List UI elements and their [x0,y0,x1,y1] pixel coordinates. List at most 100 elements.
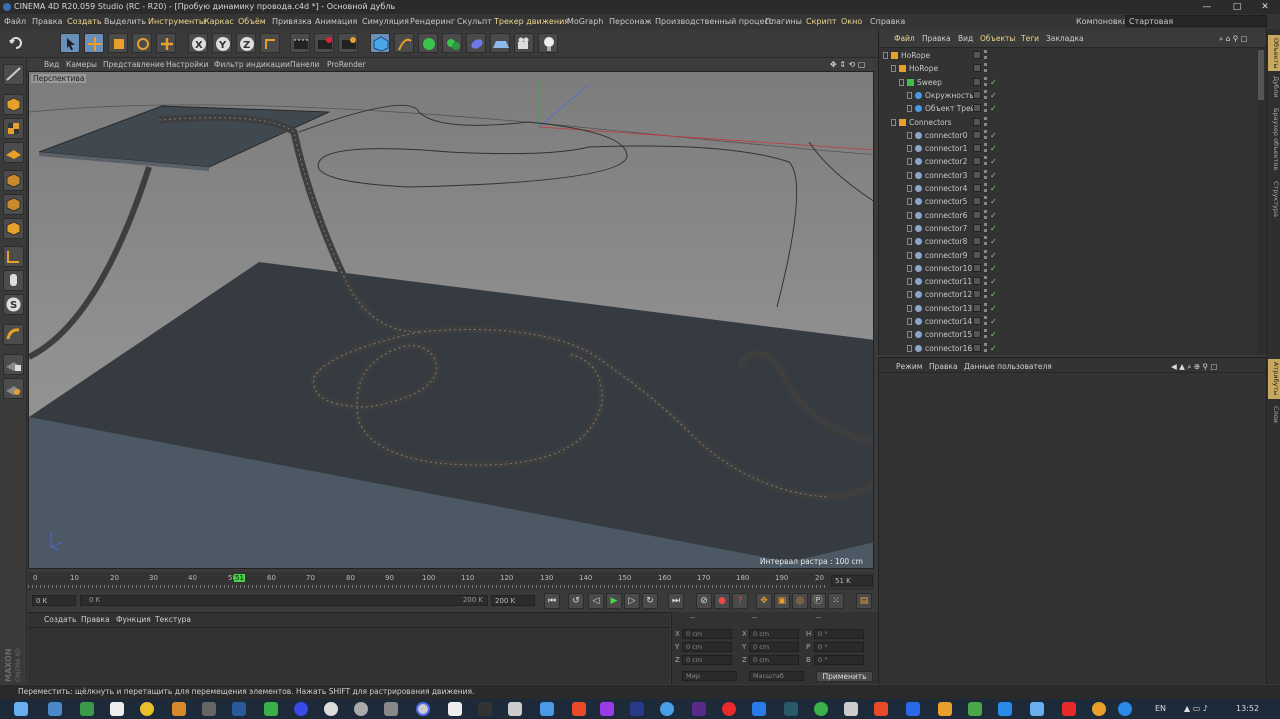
visibility-dots-icon[interactable] [984,63,987,74]
layer-icon[interactable] [973,157,981,166]
record-position-button[interactable]: ✥ [756,593,772,609]
lock-workplane-button[interactable] [3,354,24,375]
object-name[interactable]: connector11 [925,275,972,288]
autokey-button[interactable]: ● [714,593,730,609]
current-frame-field[interactable]: 51 K [831,575,873,586]
layer-icon[interactable] [973,303,981,312]
coord-mode-select[interactable]: Мир [682,671,737,681]
tab-takes[interactable]: Дубли [1268,75,1280,99]
sculpt-mode-button[interactable] [3,324,24,345]
taskbar-app-icon[interactable] [968,702,982,716]
enabled-check-icon[interactable]: ✓ [990,182,997,195]
layer-icon[interactable] [973,77,981,86]
coordinate-system-button[interactable] [260,33,280,53]
attr-menu-user-data[interactable]: Данные пользователя [964,362,1052,371]
tree-expand-icon[interactable] [907,264,912,272]
position-x-field[interactable]: 0 cm [682,629,732,639]
obj-menu-file[interactable]: Файл [894,34,915,43]
transform-button[interactable] [156,33,176,53]
tab-attributes[interactable]: Атрибуты [1268,359,1280,399]
visibility-dots-icon[interactable] [984,183,987,193]
object-name[interactable]: connector9 [925,249,967,262]
deformer-button[interactable] [466,33,486,53]
visibility-dots-icon[interactable] [984,262,987,273]
object-name[interactable]: connector16 [925,342,972,355]
visibility-dots-icon[interactable] [984,169,987,180]
layer-icon[interactable] [973,277,981,286]
position-y-field[interactable]: 0 cm [682,642,732,652]
menu-window[interactable]: Окно [841,14,862,29]
layer-icon[interactable] [973,64,981,73]
obj-menu-tags[interactable]: Теги [1021,34,1039,43]
rotation-h-field[interactable]: 0 ° [814,629,864,639]
object-row[interactable]: connector8 ✓ [879,235,1257,248]
object-row[interactable]: connector6 ✓ [879,209,1257,222]
object-row[interactable]: connector0 ✓ [879,129,1257,142]
enabled-check-icon[interactable]: ✓ [990,102,997,115]
visibility-dots-icon[interactable] [984,249,987,260]
clock[interactable]: 13:52 [1236,704,1259,713]
z-axis-button[interactable]: Z [236,33,256,53]
taskbar-app-icon[interactable] [998,702,1012,716]
perspective-viewport[interactable]: Перспектива Интервал растра : 100 cm [28,71,874,569]
texture-mode-button[interactable] [3,118,24,139]
enabled-check-icon[interactable]: ✓ [990,288,997,301]
x-axis-button[interactable]: X [188,33,208,53]
layer-icon[interactable] [973,263,981,272]
subdivision-button[interactable] [418,33,438,53]
move-button[interactable] [84,33,104,53]
object-row[interactable]: connector7 ✓ [879,222,1257,235]
object-name[interactable]: connector6 [925,209,967,222]
menu-select[interactable]: Выделить [104,14,146,29]
object-name[interactable]: HoRope [909,62,938,75]
object-row[interactable]: HoRope [879,49,1257,62]
vp-menu-display[interactable]: Представление [103,58,165,71]
position-z-field[interactable]: 0 cm [682,655,732,665]
object-row[interactable]: connector5 ✓ [879,195,1257,208]
enabled-check-icon[interactable]: ✓ [990,315,997,328]
rotation-b-field[interactable]: 0 ° [814,655,864,665]
taskbar-app-icon[interactable] [232,702,246,716]
tree-expand-icon[interactable] [907,278,912,286]
taskbar-app-icon[interactable] [752,702,766,716]
object-row[interactable]: connector9 ✓ [879,249,1257,262]
tab-objects[interactable]: Объекты [1268,35,1280,71]
mat-menu-create[interactable]: Создать [44,615,76,624]
render-settings-button[interactable] [338,33,358,53]
menu-mograph[interactable]: MoGraph [567,14,603,29]
tab-content-browser[interactable]: Браузер объектов [1268,103,1280,175]
object-name[interactable]: connector0 [925,129,967,142]
taskbar-app-icon[interactable] [600,702,614,716]
tree-expand-icon[interactable] [907,105,912,113]
object-row[interactable]: Sweep ✓ [879,76,1257,89]
layer-icon[interactable] [973,250,981,259]
tree-expand-icon[interactable] [907,318,912,325]
object-name[interactable]: connector2 [925,155,967,168]
object-name[interactable]: HoRope [901,49,930,62]
vp-menu-filter[interactable]: Фильтр индикации [214,58,290,71]
object-name[interactable]: Объект Трей [925,102,976,115]
object-name[interactable]: Connectors [909,116,952,129]
menu-simulate[interactable]: Симуляция [362,14,409,29]
obj-menu-bookmarks[interactable]: Закладка [1046,34,1084,43]
object-row[interactable]: connector12 ✓ [879,288,1257,301]
tree-expand-icon[interactable] [891,118,896,126]
record-rotation-button[interactable]: ◎ [792,593,808,609]
premiere-icon[interactable] [692,702,706,716]
pen-spline-button[interactable] [394,33,414,53]
taskbar-app-icon[interactable] [572,702,586,716]
object-name[interactable]: connector14 [925,315,972,328]
enabled-check-icon[interactable]: ✓ [990,76,997,89]
telegram-icon[interactable] [1118,702,1132,716]
tab-structure[interactable]: Структура [1268,179,1280,219]
record-scale-button[interactable]: ▣ [774,593,790,609]
menu-snap[interactable]: Привязка [272,14,312,29]
undo-button[interactable] [6,33,26,53]
size-mode-select[interactable]: Масштаб [749,671,804,681]
layer-icon[interactable] [973,290,981,299]
visibility-dots-icon[interactable] [984,209,987,220]
minimize-button[interactable]: — [1192,0,1222,14]
taskbar-app-icon[interactable] [938,702,952,716]
cinema4d-taskbar-icon[interactable] [416,702,430,716]
vp-menu-cameras[interactable]: Камеры [66,58,97,71]
